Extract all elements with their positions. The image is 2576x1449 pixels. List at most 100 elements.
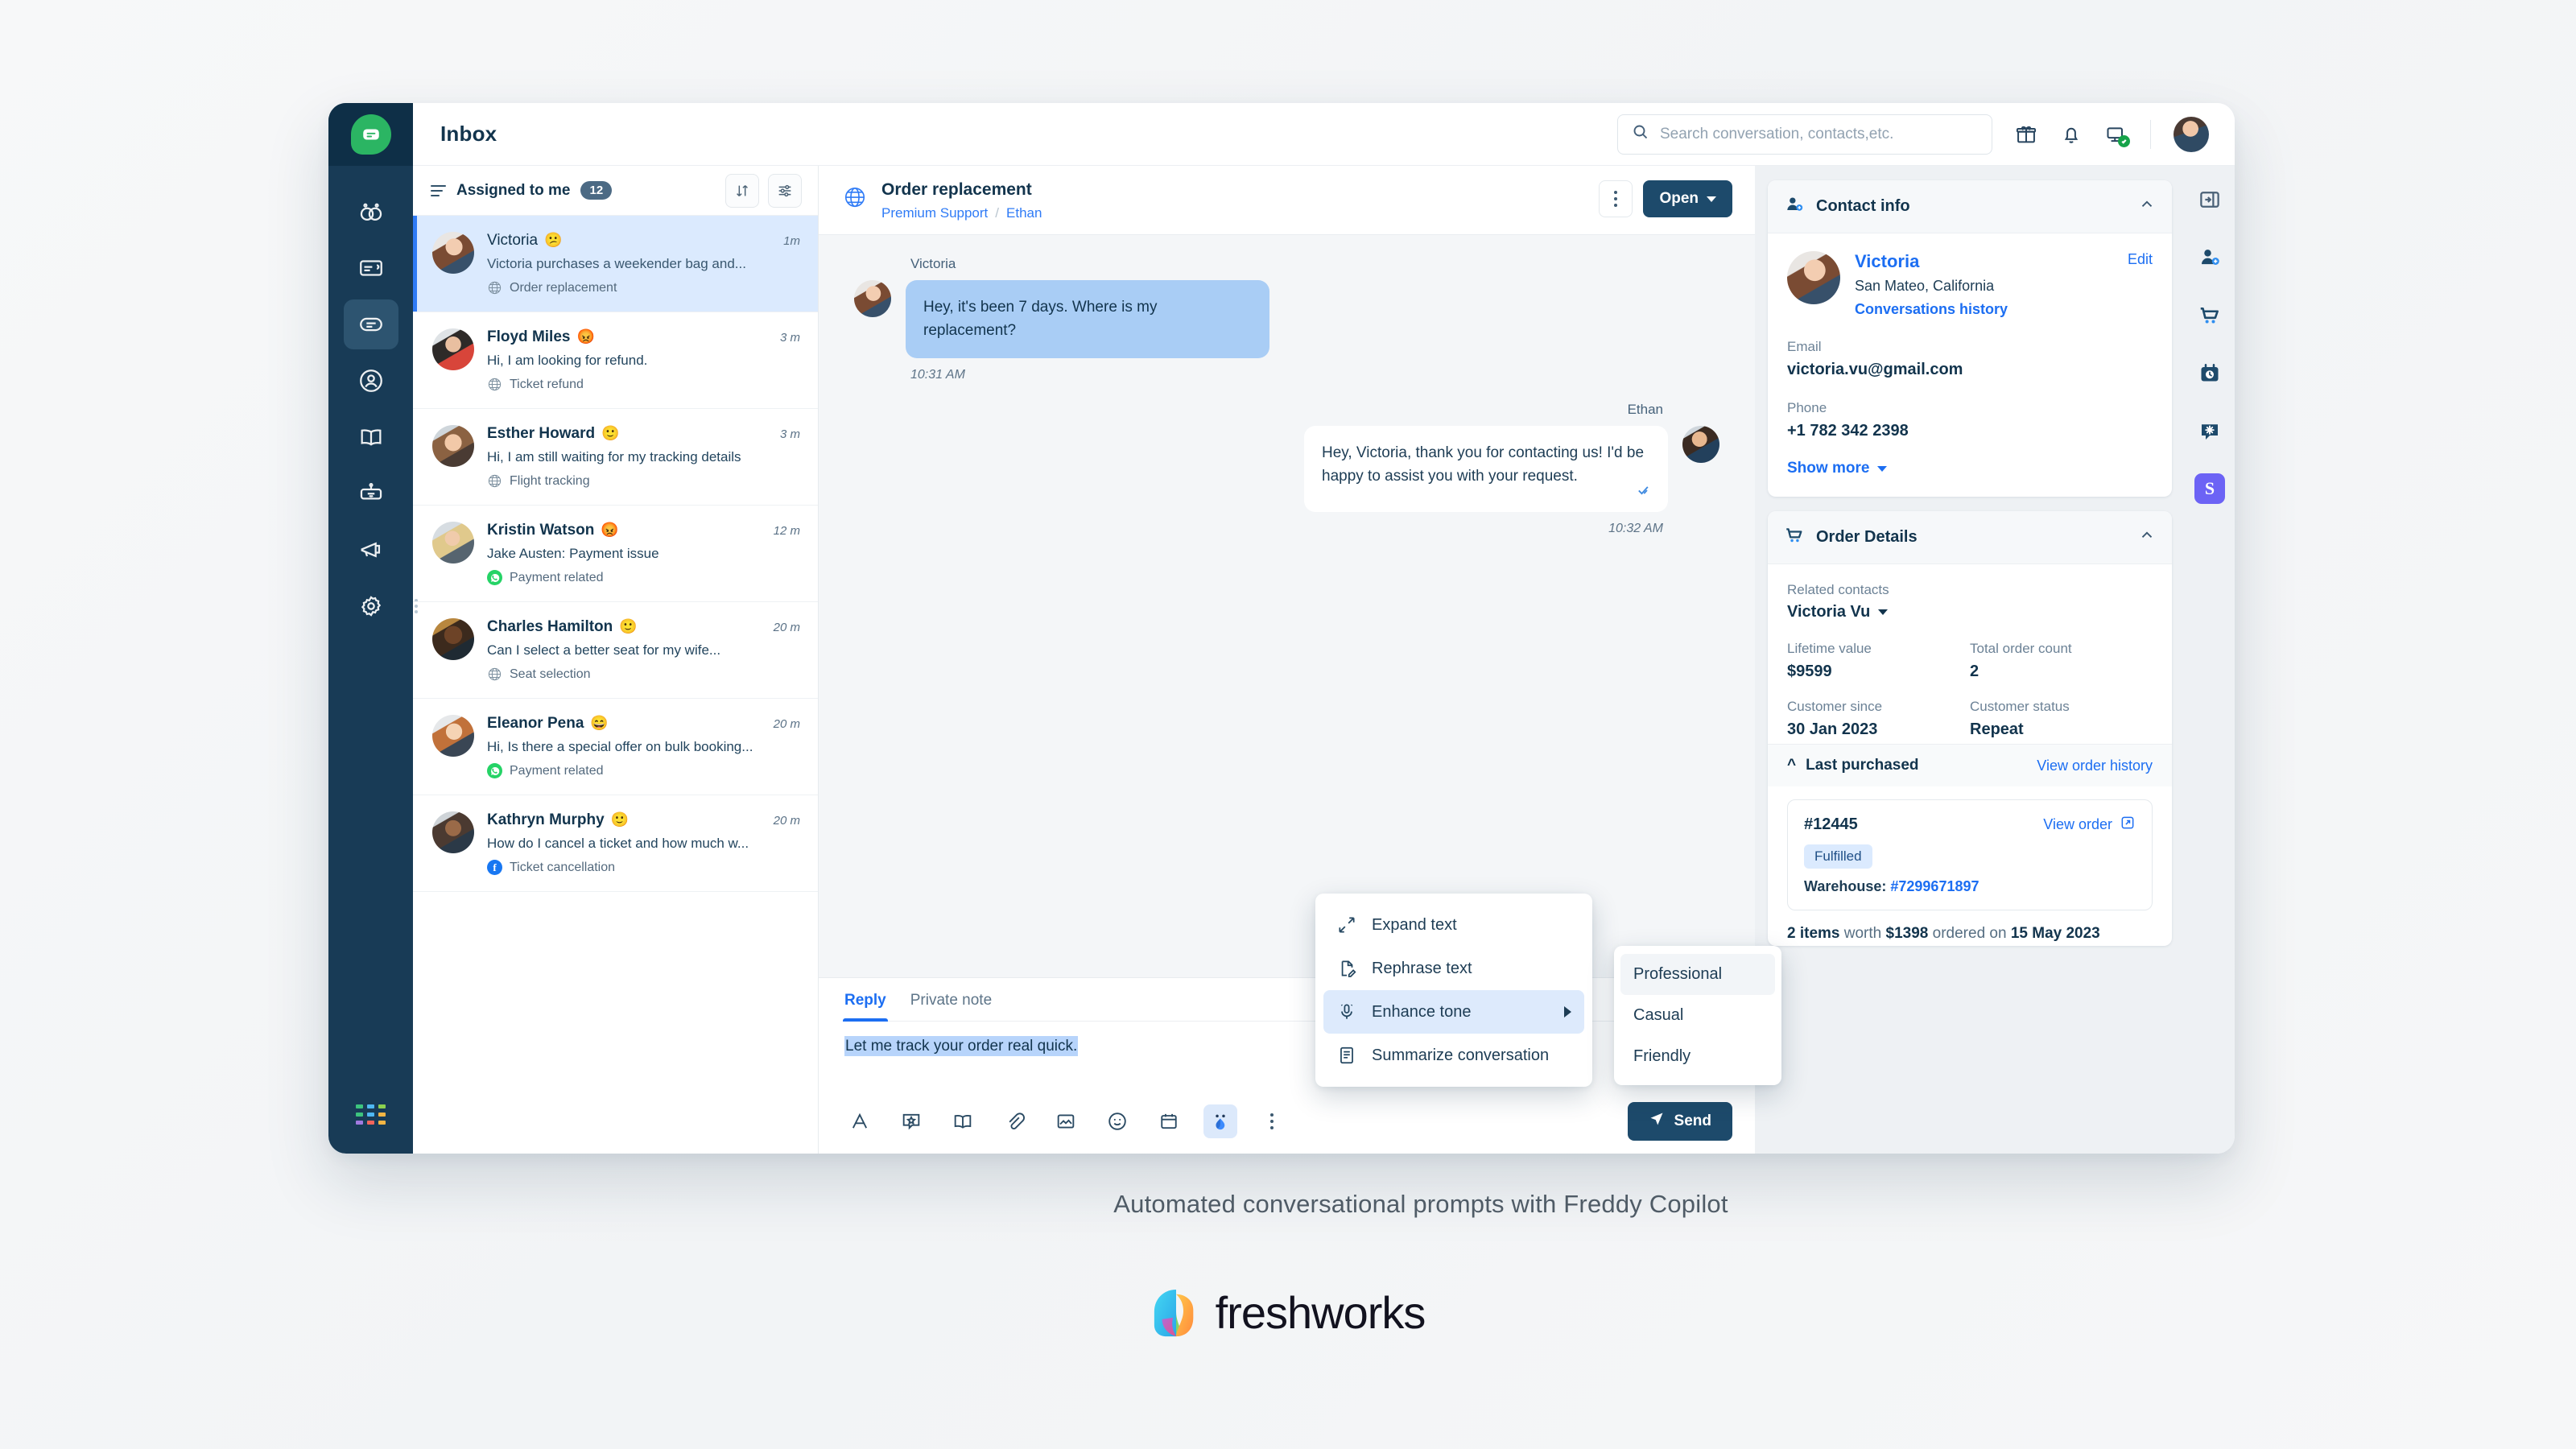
right-icon-rail: S	[2185, 166, 2235, 1154]
filter-menu-icon[interactable]	[431, 184, 446, 196]
sidebar-item-bot[interactable]	[344, 469, 398, 518]
sidebar-item-tickets[interactable]	[344, 243, 398, 293]
last-purchased-header[interactable]: ^ Last purchased View order history	[1768, 744, 2172, 786]
sidebar-item-settings[interactable]	[344, 581, 418, 631]
view-order-link[interactable]: View order	[2043, 815, 2136, 835]
chevron-up-icon[interactable]	[2138, 526, 2156, 548]
menu-item-rephrase-text[interactable]: Rephrase text	[1323, 947, 1584, 990]
calendar-icon[interactable]	[1152, 1104, 1186, 1138]
search-input[interactable]: Search conversation, contacts,etc.	[1617, 114, 1992, 155]
order-cart-icon[interactable]	[2194, 299, 2226, 332]
send-label: Send	[1674, 1113, 1711, 1129]
list-item[interactable]: Charles Hamilton 🙂 20 m Can I select a b…	[413, 602, 818, 699]
contact-info-icon	[1784, 194, 1805, 219]
sidebar-item-campaigns[interactable]	[344, 525, 398, 575]
list-item[interactable]: Esther Howard 🙂 3 m Hi, I am still waiti…	[413, 409, 818, 506]
list-item-time: 20 m	[773, 621, 800, 634]
conversation-more-button[interactable]	[1599, 180, 1633, 217]
tone-option-friendly[interactable]: Friendly	[1620, 1036, 1775, 1077]
contact-name[interactable]: Victoria	[1855, 251, 2008, 272]
conversations-history-link[interactable]: Conversations history	[1855, 301, 2008, 318]
sentiment-emoji: 😄	[590, 715, 609, 731]
list-item[interactable]: Kathryn Murphy 🙂 20 m How do I cancel a …	[413, 795, 818, 892]
related-contact-value[interactable]: Victoria Vu	[1787, 603, 2153, 621]
edit-contact-link[interactable]: Edit	[2128, 251, 2153, 268]
last-order-card: #12445 View order Fulfilled Warehouse: #…	[1787, 799, 2153, 910]
schedule-icon[interactable]	[2194, 357, 2226, 390]
phone-value: +1 782 342 2398	[1787, 422, 1909, 440]
stat-value: 2	[1970, 663, 1979, 680]
show-more-button[interactable]: Show more	[1787, 460, 2153, 477]
gift-icon[interactable]	[2015, 123, 2037, 146]
chevron-down-icon	[1877, 465, 1888, 472]
freddy-copilot-icon[interactable]	[1203, 1104, 1237, 1138]
menu-item-expand-text[interactable]: Expand text	[1323, 903, 1584, 947]
contact-info-icon[interactable]	[2194, 242, 2226, 274]
breadcrumb-group[interactable]: Premium Support	[881, 205, 988, 221]
agent-status-icon[interactable]	[2105, 123, 2130, 147]
list-item-name: Floyd Miles	[487, 328, 571, 345]
list-item-channel-label: Ticket refund	[510, 377, 584, 391]
sentiment-emoji: 😕	[544, 232, 563, 248]
message-timestamp: 10:32 AM	[1608, 522, 1663, 535]
tone-option-casual[interactable]: Casual	[1620, 995, 1775, 1036]
order-details-title: Order Details	[1816, 528, 1918, 546]
emoji-icon[interactable]	[1100, 1104, 1134, 1138]
knowledge-base-icon[interactable]	[946, 1104, 980, 1138]
list-item[interactable]: Eleanor Pena 😄 20 m Hi, Is there a speci…	[413, 699, 818, 795]
format-text-icon[interactable]	[843, 1104, 877, 1138]
tab-reply[interactable]: Reply	[843, 978, 888, 1022]
top-bar: Inbox Search conversation, contacts,etc.	[413, 103, 2235, 166]
more-options-icon[interactable]	[1255, 1104, 1289, 1138]
page-title: Inbox	[440, 122, 497, 146]
sidebar-item-knowledge-base[interactable]	[344, 412, 398, 462]
stat-value: $9599	[1787, 663, 1832, 680]
order-details-card: Order Details Related contacts Victoria …	[1768, 511, 2172, 946]
filter-button[interactable]	[768, 173, 802, 208]
view-order-history-link[interactable]: View order history	[2037, 758, 2153, 774]
menu-item-enhance-tone[interactable]: Enhance tone	[1323, 990, 1584, 1034]
contact-info-header[interactable]: Contact info	[1768, 180, 2172, 233]
list-item-name: Kristin Watson	[487, 522, 595, 539]
breadcrumb-agent[interactable]: Ethan	[1006, 205, 1042, 221]
avatar	[432, 811, 474, 853]
sidebar-item-conversations[interactable]	[343, 299, 398, 349]
sidebar-item-dashboard[interactable]	[344, 187, 398, 237]
order-details-body: Related contacts Victoria Vu Lifetime va…	[1768, 564, 2172, 744]
avatar[interactable]	[2174, 116, 2209, 152]
contact-info-body: Victoria San Mateo, California Conversat…	[1768, 233, 2172, 497]
composer-tabs: Reply Private note	[843, 978, 1732, 1022]
notifications-bell-icon[interactable]	[2060, 123, 2083, 146]
sidebar-item-contacts[interactable]	[344, 356, 398, 406]
canned-response-icon[interactable]	[894, 1104, 928, 1138]
contact-info-title: Contact info	[1816, 197, 1910, 215]
attachment-icon[interactable]	[997, 1104, 1031, 1138]
tab-private-note[interactable]: Private note	[909, 978, 993, 1021]
message-thread: Victoria Hey, it's been 7 days. Where is…	[819, 235, 1755, 977]
reply-textarea[interactable]: Let me track your order real quick.	[843, 1022, 1732, 1089]
apps-grid-icon[interactable]	[356, 1104, 386, 1125]
order-details-header[interactable]: Order Details	[1768, 511, 2172, 564]
list-item[interactable]: Kristin Watson 😡 12 m Jake Austen: Payme…	[413, 506, 818, 602]
status-badge: Fulfilled	[1804, 844, 1872, 869]
stripe-app-icon[interactable]: S	[2194, 473, 2225, 504]
avatar	[432, 328, 474, 370]
chevron-up-icon[interactable]	[2138, 196, 2156, 217]
stat-customer-since: Customer since 30 Jan 2023	[1787, 699, 1970, 739]
list-item[interactable]: Victoria 😕 1m Victoria purchases a weeke…	[413, 216, 818, 312]
list-item[interactable]: Floyd Miles 😡 3 m Hi, I am looking for r…	[413, 312, 818, 409]
stat-label: Total order count	[1970, 641, 2072, 656]
collapse-panel-icon[interactable]	[2194, 184, 2226, 216]
app-logo[interactable]	[328, 103, 413, 166]
send-button[interactable]: Send	[1627, 1102, 1732, 1141]
tone-option-professional[interactable]: Professional	[1620, 954, 1775, 995]
contacts-icon	[359, 369, 382, 392]
list-item-name: Eleanor Pena	[487, 715, 584, 732]
avatar	[432, 618, 474, 660]
conversation-status-button[interactable]: Open	[1643, 180, 1732, 217]
chat-settings-icon[interactable]	[2194, 415, 2226, 448]
menu-item-summarize-conversation[interactable]: Summarize conversation	[1323, 1034, 1584, 1077]
sort-button[interactable]	[725, 173, 759, 208]
list-item-channel-label: Payment related	[510, 570, 604, 584]
image-icon[interactable]	[1049, 1104, 1083, 1138]
